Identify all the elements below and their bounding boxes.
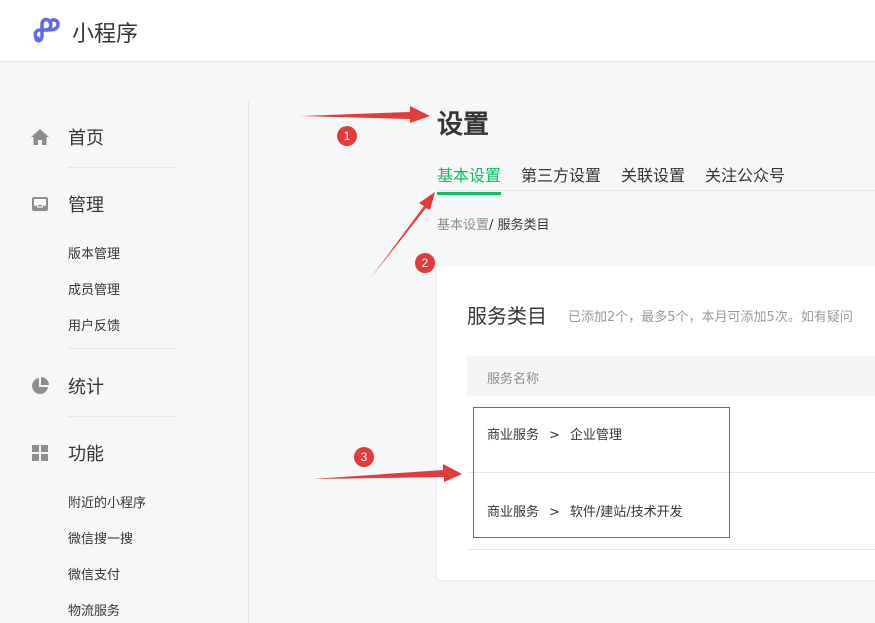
sidebar-divider (248, 100, 249, 623)
sidebar-item-label: 统计 (68, 377, 104, 398)
table-header: 服务名称 (467, 356, 875, 396)
app-title[interactable]: 小程序 (72, 16, 138, 48)
sidebar-subitem-feedback[interactable]: 用户反馈 (68, 315, 120, 334)
top-bar: 小程序 (0, 0, 875, 62)
inbox-icon (32, 197, 48, 211)
sidebar-subitem-search[interactable]: 微信搜一搜 (68, 528, 133, 547)
sidebar-item-label: 管理 (68, 195, 104, 216)
card-note: 已添加2个，最多5个，本月可添加5次。如有疑问 (568, 310, 853, 325)
tabs-divider (437, 190, 875, 191)
pie-chart-icon (32, 377, 49, 394)
sidebar-divider (68, 416, 178, 417)
sidebar-item-features[interactable]: 功能 (30, 440, 104, 466)
sidebar-divider (68, 348, 178, 349)
grid-icon (32, 445, 48, 461)
sidebar-item-label: 功能 (68, 444, 104, 465)
sidebar-subitem-members[interactable]: 成员管理 (68, 279, 120, 298)
sidebar-subitem-logistics[interactable]: 物流服务 (68, 600, 120, 619)
sidebar-subitem-version[interactable]: 版本管理 (68, 243, 120, 262)
sidebar-subitem-nearby[interactable]: 附近的小程序 (68, 492, 146, 511)
column-header-service-name: 服务名称 (487, 372, 540, 387)
mini-program-logo-icon[interactable] (32, 16, 64, 44)
annotation-highlight-box (473, 407, 730, 538)
breadcrumb-current: 服务类目 (493, 218, 550, 233)
sidebar-item-manage[interactable]: 管理 (30, 191, 104, 217)
sidebar-item-stats[interactable]: 统计 (30, 373, 104, 399)
home-icon (31, 129, 49, 145)
annotation-marker-1: 1 (337, 126, 357, 146)
annotation-marker-2: 2 (415, 253, 435, 273)
breadcrumb-parent[interactable]: 基本设置 (437, 218, 489, 233)
card-title: 服务类目 (467, 304, 547, 328)
sidebar-item-label: 首页 (68, 128, 104, 149)
breadcrumb: 基本设置/ 服务类目 (437, 214, 550, 233)
sidebar-subitem-pay[interactable]: 微信支付 (68, 564, 120, 583)
sidebar-divider (68, 167, 178, 168)
sidebar-item-home[interactable]: 首页 (30, 124, 104, 150)
annotation-marker-3: 3 (354, 447, 374, 467)
page-title: 设置 (437, 110, 490, 140)
